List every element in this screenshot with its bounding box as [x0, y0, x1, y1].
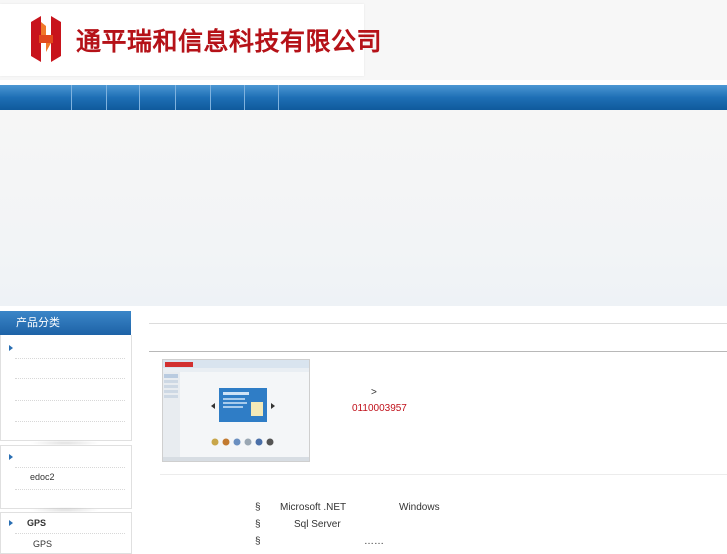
feature-extra: Windows — [399, 502, 440, 513]
sidebar-header: 产品分类 — [0, 311, 131, 335]
divider — [15, 378, 125, 380]
divider — [15, 358, 125, 360]
company-name: 通平瑞和信息科技有限公司 — [76, 27, 383, 56]
sidebar-group-2: edoc2 — [0, 445, 132, 509]
feature-extra: …… — [364, 536, 384, 547]
contact-phone: 0110003957 — [352, 403, 407, 414]
nav-item-3[interactable] — [107, 85, 140, 110]
sidebar: 产品分类 edoc2 GPS GPS — [0, 308, 132, 554]
arrow-right-icon — [9, 454, 13, 460]
product-screenshot-image — [163, 360, 309, 461]
logo-area[interactable]: 通平瑞和信息科技有限公司 — [0, 4, 382, 76]
nav-item-6[interactable] — [211, 85, 245, 110]
nav-item-1[interactable] — [0, 85, 72, 110]
divider — [15, 489, 125, 491]
divider — [15, 421, 125, 423]
feature-bullet: § — [255, 502, 261, 513]
sidebar-item-edoc2[interactable]: edoc2 — [30, 472, 55, 482]
breadcrumb-separator: > — [371, 387, 377, 398]
content-divider — [149, 323, 727, 324]
divider — [15, 533, 125, 535]
nav-item-7[interactable] — [245, 85, 279, 110]
feature-bullet: § — [255, 536, 261, 547]
nav-item-5[interactable] — [176, 85, 211, 110]
divider — [15, 400, 125, 402]
banner — [0, 110, 727, 306]
divider — [15, 467, 125, 469]
nav-item-4[interactable] — [140, 85, 176, 110]
sidebar-item-gps-sub[interactable]: GPS — [33, 539, 52, 549]
sidebar-group-1 — [0, 335, 132, 441]
feature-text: Sql Server — [294, 519, 341, 530]
nav-item-2[interactable] — [72, 85, 107, 110]
sidebar-item-gps[interactable]: GPS — [27, 518, 46, 528]
feature-text: Microsoft .NET — [280, 502, 347, 513]
content-divider — [160, 474, 727, 475]
main-nav — [0, 85, 727, 110]
content-divider — [149, 351, 727, 352]
sidebar-title: 产品分类 — [16, 317, 60, 329]
sidebar-group-3: GPS GPS — [0, 512, 132, 554]
company-logo-icon — [31, 16, 61, 62]
arrow-right-icon — [9, 345, 13, 351]
arrow-right-icon — [9, 520, 13, 526]
product-screenshot[interactable] — [162, 359, 310, 462]
feature-bullet: § — [255, 519, 261, 530]
